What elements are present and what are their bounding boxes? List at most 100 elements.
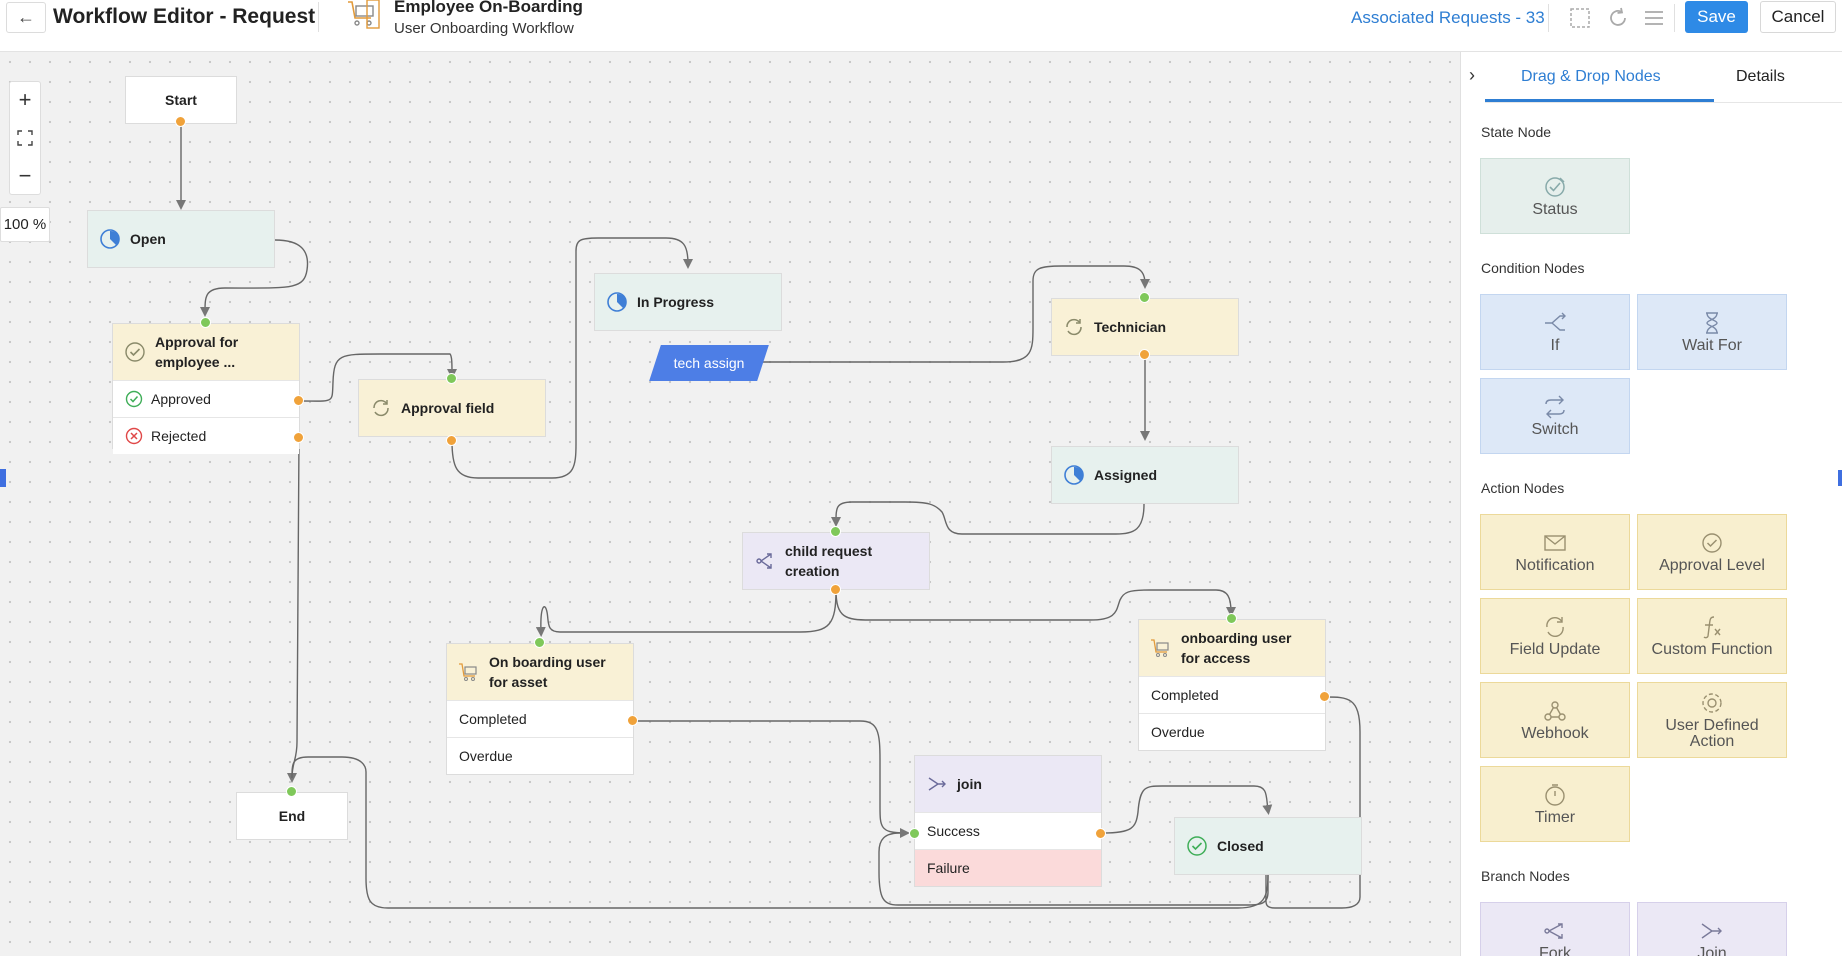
child-request-label: child request creation	[785, 543, 873, 579]
switch-tile-label: Switch	[1531, 421, 1579, 438]
approval-field-node[interactable]: Approval field	[358, 379, 546, 437]
field-update-node-tile[interactable]: Field Update	[1480, 598, 1630, 674]
select-area-tool[interactable]	[1566, 4, 1594, 32]
approval-employee-node[interactable]: Approval for employee ... Approved Rejec…	[112, 323, 300, 454]
switch-node-tile[interactable]: Switch	[1480, 378, 1630, 454]
input-port[interactable]	[909, 828, 920, 839]
top-bar: ← Workflow Editor - Request Employee On-…	[0, 0, 1842, 52]
section-action-nodes: Action Nodes	[1481, 480, 1565, 496]
chevron-right-icon: ›	[1469, 64, 1475, 85]
approval-employee-label: Approval for employee ...	[155, 334, 239, 370]
open-node-label: Open	[130, 231, 166, 247]
cart-icon	[348, 0, 380, 29]
approved-output-port[interactable]	[293, 395, 304, 406]
end-node[interactable]: End	[236, 792, 348, 840]
open-status-node[interactable]: Open	[87, 210, 275, 268]
input-port[interactable]	[286, 786, 297, 797]
completed-row: Completed	[447, 700, 633, 737]
output-port[interactable]	[446, 435, 457, 446]
branch-arrow-icon	[1542, 310, 1568, 336]
fork-icon	[753, 549, 777, 573]
zoom-in-button[interactable]: +	[10, 82, 40, 118]
user-defined-action-tile-label: User Defined Action	[1665, 717, 1759, 750]
associated-requests-link[interactable]: Associated Requests - 33	[1351, 8, 1545, 28]
input-port[interactable]	[830, 526, 841, 537]
timer-tile-label: Timer	[1534, 809, 1576, 826]
panel-scroll-marker	[1838, 470, 1842, 486]
completed-row: Completed	[1139, 676, 1325, 713]
wait-for-tile-label: Wait For	[1682, 337, 1742, 354]
workflow-canvas[interactable]: + − 100 % Start Open Approval for employ…	[0, 52, 1460, 956]
timer-node-tile[interactable]: Timer	[1480, 766, 1630, 842]
envelope-icon	[1542, 530, 1568, 556]
onboard-access-node[interactable]: onboarding user for access Completed Ove…	[1138, 619, 1326, 751]
join-node-tile[interactable]: Join	[1637, 902, 1787, 956]
onboard-asset-label: On boarding user for asset	[489, 654, 606, 690]
join-label: join	[957, 776, 982, 792]
back-button[interactable]: ←	[6, 2, 46, 33]
join-icon	[925, 772, 949, 796]
input-port[interactable]	[1226, 613, 1237, 624]
tab-divider	[1485, 102, 1842, 103]
header-divider	[318, 2, 319, 32]
assigned-label: Assigned	[1094, 467, 1158, 483]
gear-icon	[1699, 690, 1725, 716]
closed-status-node[interactable]: Closed	[1174, 817, 1362, 875]
wait-for-node-tile[interactable]: Wait For	[1637, 294, 1787, 370]
section-branch-nodes: Branch Nodes	[1481, 868, 1570, 884]
save-button[interactable]: Save	[1685, 1, 1748, 33]
join-icon	[1699, 918, 1725, 944]
approval-level-node-tile[interactable]: Approval Level	[1637, 514, 1787, 590]
header-separator	[1674, 4, 1675, 32]
in-progress-status-node[interactable]: In Progress	[594, 273, 782, 331]
success-output-port[interactable]	[1095, 828, 1106, 839]
tech-assign-transition[interactable]: tech assign	[649, 345, 769, 381]
input-port[interactable]	[200, 317, 211, 328]
completed-output-port[interactable]	[627, 715, 638, 726]
child-request-node[interactable]: child request creation	[742, 532, 930, 590]
menu-tool[interactable]	[1640, 4, 1668, 32]
refresh-icon	[1610, 7, 1626, 26]
user-defined-action-node-tile[interactable]: User Defined Action	[1637, 682, 1787, 758]
completed-output-port[interactable]	[1319, 691, 1330, 702]
redo-tool[interactable]	[1604, 4, 1632, 32]
webhook-node-tile[interactable]: Webhook	[1480, 682, 1630, 758]
overdue-label: Overdue	[1151, 724, 1205, 740]
status-icon	[1542, 174, 1568, 200]
output-port[interactable]	[175, 116, 186, 127]
rejected-output-port[interactable]	[293, 432, 304, 443]
fit-to-screen-button[interactable]	[10, 120, 40, 156]
approved-branch-row: Approved	[113, 380, 299, 417]
tab-drag-drop-nodes[interactable]: Drag & Drop Nodes	[1521, 68, 1661, 86]
assigned-status-node[interactable]: Assigned	[1051, 446, 1239, 504]
rejected-x-icon	[125, 427, 143, 445]
custom-function-tile-label: Custom Function	[1651, 641, 1773, 658]
section-state-nodes: State Node	[1481, 124, 1552, 140]
input-port[interactable]	[1139, 292, 1150, 303]
webhook-icon	[1542, 698, 1568, 724]
join-node[interactable]: join Success Failure	[914, 755, 1102, 887]
cancel-button[interactable]: Cancel	[1760, 1, 1836, 33]
webhook-tile-label: Webhook	[1521, 725, 1589, 742]
input-port[interactable]	[446, 373, 457, 384]
check-circle-icon	[1699, 530, 1725, 556]
field-update-icon	[1062, 315, 1086, 339]
zoom-out-button[interactable]: −	[10, 158, 40, 194]
onboard-asset-node[interactable]: On boarding user for asset Completed Ove…	[446, 643, 634, 775]
input-port[interactable]	[534, 637, 545, 648]
if-node-tile[interactable]: If	[1480, 294, 1630, 370]
collapse-panel-button[interactable]: ›	[1461, 60, 1483, 90]
status-node-tile[interactable]: Status	[1480, 158, 1630, 234]
approved-check-icon	[125, 390, 143, 408]
technician-node[interactable]: Technician	[1051, 298, 1239, 356]
hourglass-icon	[1699, 310, 1725, 336]
custom-function-node-tile[interactable]: Custom Function	[1637, 598, 1787, 674]
section-condition-nodes: Condition Nodes	[1481, 260, 1585, 276]
notification-node-tile[interactable]: Notification	[1480, 514, 1630, 590]
output-port[interactable]	[830, 584, 841, 595]
technician-label: Technician	[1094, 319, 1167, 335]
output-port[interactable]	[1139, 349, 1150, 360]
approval-level-tile-label: Approval Level	[1659, 557, 1765, 574]
fork-node-tile[interactable]: Fork	[1480, 902, 1630, 956]
tab-details[interactable]: Details	[1736, 68, 1785, 86]
